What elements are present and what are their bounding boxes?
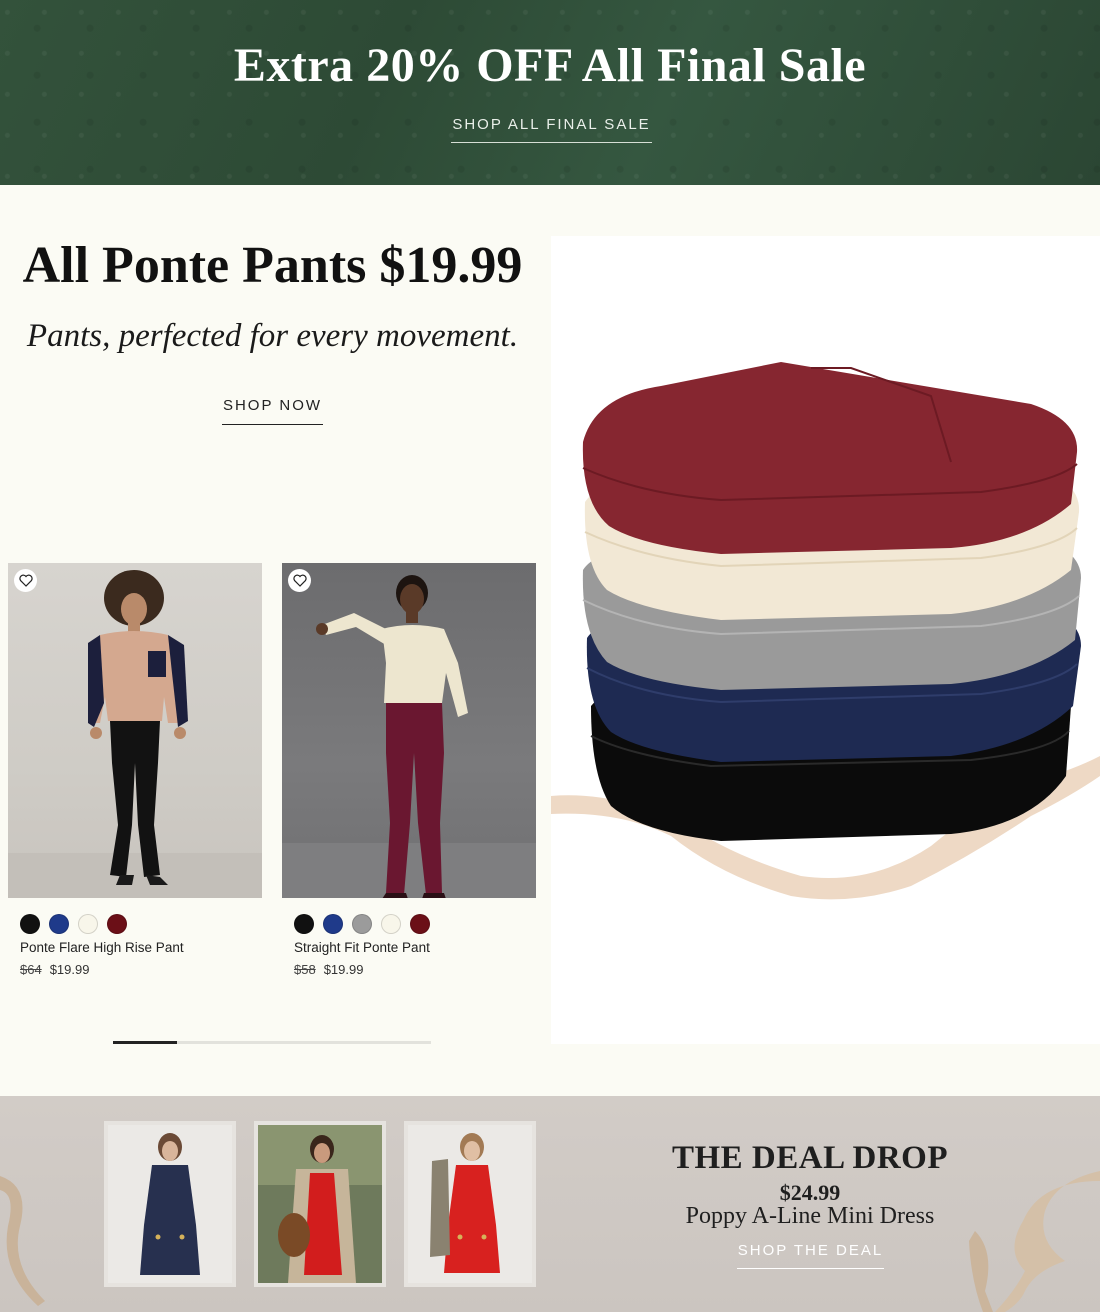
red-dress-coat-photo: [258, 1125, 382, 1283]
model-photo-straight: [282, 575, 536, 898]
deal-drop-banner[interactable]: THE DEAL DROP $24.99 Poppy A-Line Mini D…: [0, 1096, 1100, 1312]
product-name[interactable]: Straight Fit Ponte Pant: [294, 940, 430, 955]
ponte-subtitle: Pants, perfected for every movement.: [26, 318, 519, 354]
ribbon-left-decoration: [0, 1176, 45, 1306]
carousel-scrollbar[interactable]: [113, 1040, 431, 1044]
shop-the-deal-link[interactable]: SHOP THE DEAL: [737, 1242, 884, 1269]
headline-pre: Extra: [233, 39, 367, 92]
product-price: $64 $19.99: [20, 962, 89, 977]
product-image[interactable]: [282, 563, 536, 898]
folded-pants-stack: [551, 362, 1100, 900]
product-price: $58 $19.99: [294, 962, 363, 977]
swatch-burgundy[interactable]: [107, 914, 127, 934]
headline-post: All Final Sale: [571, 39, 867, 92]
swatch-black[interactable]: [20, 914, 40, 934]
wishlist-heart-icon[interactable]: [14, 569, 37, 592]
final-sale-headline: Extra 20% OFF All Final Sale: [0, 38, 1100, 93]
product-name[interactable]: Ponte Flare High Rise Pant: [20, 940, 184, 955]
product-card[interactable]: Straight Fit Ponte Pant $58 $19.99: [282, 563, 536, 977]
swatch-ivory[interactable]: [381, 914, 401, 934]
folded-pants-image[interactable]: [551, 236, 1100, 1044]
shop-now-link[interactable]: SHOP NOW: [222, 397, 323, 425]
shop-all-final-sale-link[interactable]: SHOP ALL FINAL SALE: [451, 116, 652, 143]
swatch-burgundy[interactable]: [410, 914, 430, 934]
sale-price: $19.99: [323, 962, 364, 977]
sale-price: $19.99: [49, 962, 90, 977]
product-image[interactable]: [8, 563, 262, 898]
swatch-navy[interactable]: [49, 914, 69, 934]
product-card[interactable]: Ponte Flare High Rise Pant $64 $19.99: [8, 563, 262, 977]
deal-drop-title: THE DEAL DROP: [671, 1140, 949, 1176]
original-price: $58: [294, 962, 316, 977]
swatch-navy[interactable]: [323, 914, 343, 934]
color-swatches: [294, 914, 430, 934]
ribbon-right-decoration: [969, 1171, 1100, 1312]
final-sale-banner[interactable]: Extra 20% OFF All Final Sale SHOP ALL FI…: [0, 0, 1100, 185]
wishlist-heart-icon[interactable]: [288, 569, 311, 592]
red-dress-tweed-photo: [408, 1125, 532, 1283]
deal-image-red-dress-tweed[interactable]: [404, 1121, 536, 1287]
swatch-black[interactable]: [294, 914, 314, 934]
model-photo-flare: [8, 570, 262, 898]
deal-image-red-dress-coat[interactable]: [254, 1121, 386, 1287]
deal-image-navy-dress[interactable]: [104, 1121, 236, 1287]
deal-product-name: Poppy A-Line Mini Dress: [685, 1203, 935, 1229]
carousel-scroll-thumb[interactable]: [113, 1040, 177, 1044]
navy-dress-photo: [108, 1125, 232, 1283]
swatch-ivory[interactable]: [78, 914, 98, 934]
ponte-title: All Ponte Pants $19.99: [22, 237, 523, 294]
original-price: $64: [20, 962, 42, 977]
color-swatches: [20, 914, 127, 934]
swatch-heather-grey[interactable]: [352, 914, 372, 934]
headline-discount: 20% OFF: [366, 39, 572, 92]
